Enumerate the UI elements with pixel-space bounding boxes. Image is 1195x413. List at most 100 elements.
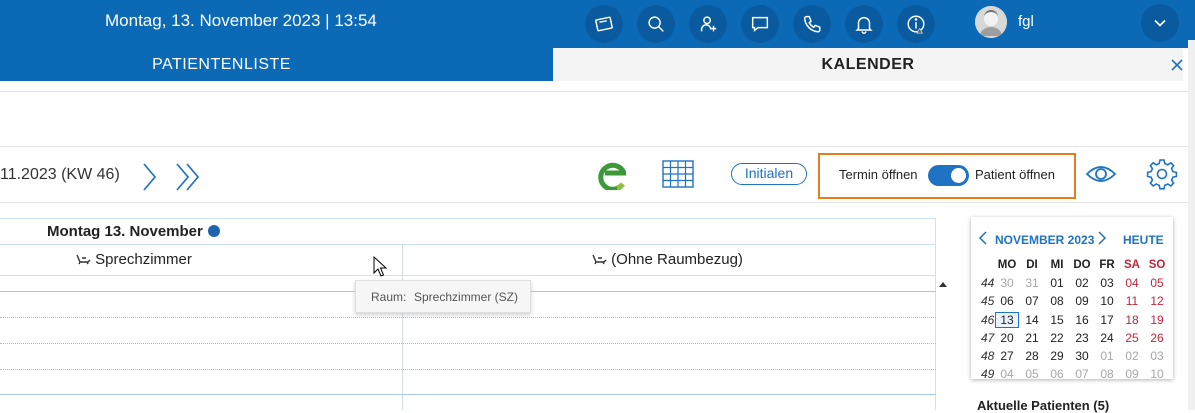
weekday-header: MO <box>997 259 1017 271</box>
weekday-header: FR <box>1099 259 1115 271</box>
room-tooltip: Raum: Sprechzimmer (SZ) <box>355 280 531 313</box>
calendar-day[interactable]: 16 <box>1070 312 1094 328</box>
room-ohne-raumbezug[interactable]: (Ohne Raumbezug) <box>592 251 743 268</box>
calendar-day[interactable]: 04 <box>1120 275 1144 291</box>
search-icon[interactable] <box>637 5 675 43</box>
calendar-day[interactable]: 21 <box>1020 330 1044 346</box>
room-label: Sprechzimmer <box>95 251 192 268</box>
message-icon[interactable] <box>741 5 779 43</box>
today-button[interactable]: HEUTE <box>1123 233 1164 247</box>
calendar-day[interactable]: 23 <box>1070 330 1094 346</box>
eye-icon[interactable] <box>1085 160 1117 188</box>
calendar-day[interactable]: 03 <box>1145 348 1169 364</box>
time-slot[interactable] <box>0 369 936 370</box>
calendar-day[interactable]: 08 <box>1095 366 1119 382</box>
room-sprechzimmer[interactable]: Sprechzimmer <box>76 251 192 268</box>
chevron-right-icon[interactable] <box>1097 231 1107 245</box>
calendar-day[interactable]: 06 <box>1045 366 1069 382</box>
calendar-day[interactable]: 12 <box>1145 293 1169 309</box>
calendar-day[interactable]: 20 <box>995 330 1019 346</box>
gear-icon[interactable] <box>1146 158 1178 190</box>
time-slot[interactable] <box>0 317 936 318</box>
calendar-day[interactable]: 19 <box>1145 312 1169 328</box>
calendar-day[interactable]: 28 <box>1020 348 1044 364</box>
calendar-day[interactable]: 05 <box>1020 366 1044 382</box>
calendar-day[interactable]: 11 <box>1120 293 1144 309</box>
weekday-header: DO <box>1073 259 1091 271</box>
tooltip-key: Raum: <box>371 290 407 304</box>
mouse-cursor-icon <box>373 256 388 277</box>
calendar-day[interactable]: 08 <box>1045 293 1069 309</box>
calendar-day[interactable]: 18 <box>1120 312 1144 328</box>
calendar-day[interactable]: 30 <box>1070 348 1094 364</box>
mini-calendar-month[interactable]: NOVEMBER 2023 <box>995 233 1094 247</box>
day-header: Montag 13. November <box>0 218 936 243</box>
main-tabs: PATIENTENLISTE KALENDER <box>0 48 1195 81</box>
calendar-day[interactable]: 17 <box>1095 312 1119 328</box>
day-title[interactable]: Montag 13. November <box>47 223 220 240</box>
calendar-day[interactable]: 10 <box>1145 366 1169 382</box>
divider <box>0 146 1188 147</box>
room-label: (Ohne Raumbezug) <box>611 251 743 268</box>
room-header-row: Sprechzimmer (Ohne Raumbezug) <box>0 244 936 276</box>
weekday-header: MI <box>1050 259 1064 271</box>
toggle-knob <box>951 168 966 183</box>
calendar-day[interactable]: 15 <box>1045 312 1069 328</box>
toggle-label-patient: Patient öffnen <box>975 167 1055 182</box>
chevron-down-icon[interactable] <box>1141 4 1179 42</box>
weekday-header: DI <box>1026 259 1038 271</box>
initialen-button[interactable]: Initialen <box>731 163 807 185</box>
chevron-right-icon <box>143 163 157 191</box>
close-icon[interactable] <box>1168 56 1186 74</box>
tab-kalender[interactable]: KALENDER <box>553 48 1183 81</box>
weekday-header: SA <box>1124 259 1140 271</box>
tab-patientenliste[interactable]: PATIENTENLISTE <box>0 48 553 81</box>
phone-icon[interactable] <box>793 5 831 43</box>
column-divider <box>402 244 403 410</box>
calendar-day[interactable]: 09 <box>1070 293 1094 309</box>
time-slot[interactable] <box>0 394 936 395</box>
calendar-day[interactable]: 14 <box>1020 312 1044 328</box>
calendar-day[interactable]: 10 <box>1095 293 1119 309</box>
calendar-day[interactable]: 02 <box>1120 348 1144 364</box>
calendar-day[interactable]: 22 <box>1045 330 1069 346</box>
calendar-day[interactable]: 07 <box>1020 293 1044 309</box>
calendar-day[interactable]: 07 <box>1070 366 1094 382</box>
calendar-day[interactable]: 30 <box>995 275 1019 291</box>
add-user-icon[interactable] <box>689 5 727 43</box>
column-divider <box>935 218 936 410</box>
current-datetime: Montag, 13. November 2023 | 13:54 <box>105 11 377 30</box>
calendar-day[interactable]: 01 <box>1045 275 1069 291</box>
calendar-day[interactable]: 13 <box>995 311 1019 328</box>
week-label: 11.2023 (KW 46) <box>0 166 120 183</box>
avatar[interactable] <box>975 6 1007 38</box>
calendar-day[interactable]: 03 <box>1095 275 1119 291</box>
calendar-day[interactable]: 09 <box>1120 366 1144 382</box>
divider <box>0 91 1188 92</box>
info-warning-icon[interactable] <box>897 5 935 43</box>
scroll-up-icon[interactable] <box>938 280 948 290</box>
calendar-day[interactable]: 26 <box>1145 330 1169 346</box>
next-week-button[interactable] <box>139 160 161 194</box>
double-chevron-right-icon <box>176 163 200 191</box>
e-logo-icon[interactable] <box>596 158 626 190</box>
chevron-left-icon[interactable] <box>978 231 988 245</box>
calendar-day[interactable]: 31 <box>1020 275 1044 291</box>
calendar-day[interactable]: 02 <box>1070 275 1094 291</box>
calendar-day[interactable]: 05 <box>1145 275 1169 291</box>
bell-icon[interactable] <box>845 5 883 43</box>
time-slot[interactable] <box>0 343 936 344</box>
next-month-button[interactable] <box>173 160 205 194</box>
card-icon[interactable] <box>585 5 623 43</box>
calendar-day[interactable]: 29 <box>1045 348 1069 364</box>
calendar-day[interactable]: 06 <box>995 293 1019 309</box>
calendar-day[interactable]: 04 <box>995 366 1019 382</box>
calendar-day[interactable]: 24 <box>1095 330 1119 346</box>
calendar-day[interactable]: 27 <box>995 348 1019 364</box>
user-name[interactable]: fgl <box>1018 13 1034 30</box>
open-mode-toggle[interactable] <box>928 165 969 186</box>
calendar-day[interactable]: 01 <box>1095 348 1119 364</box>
calendar-day[interactable]: 25 <box>1120 330 1144 346</box>
grid-view-icon[interactable] <box>662 160 694 188</box>
chair-icon <box>592 254 607 265</box>
